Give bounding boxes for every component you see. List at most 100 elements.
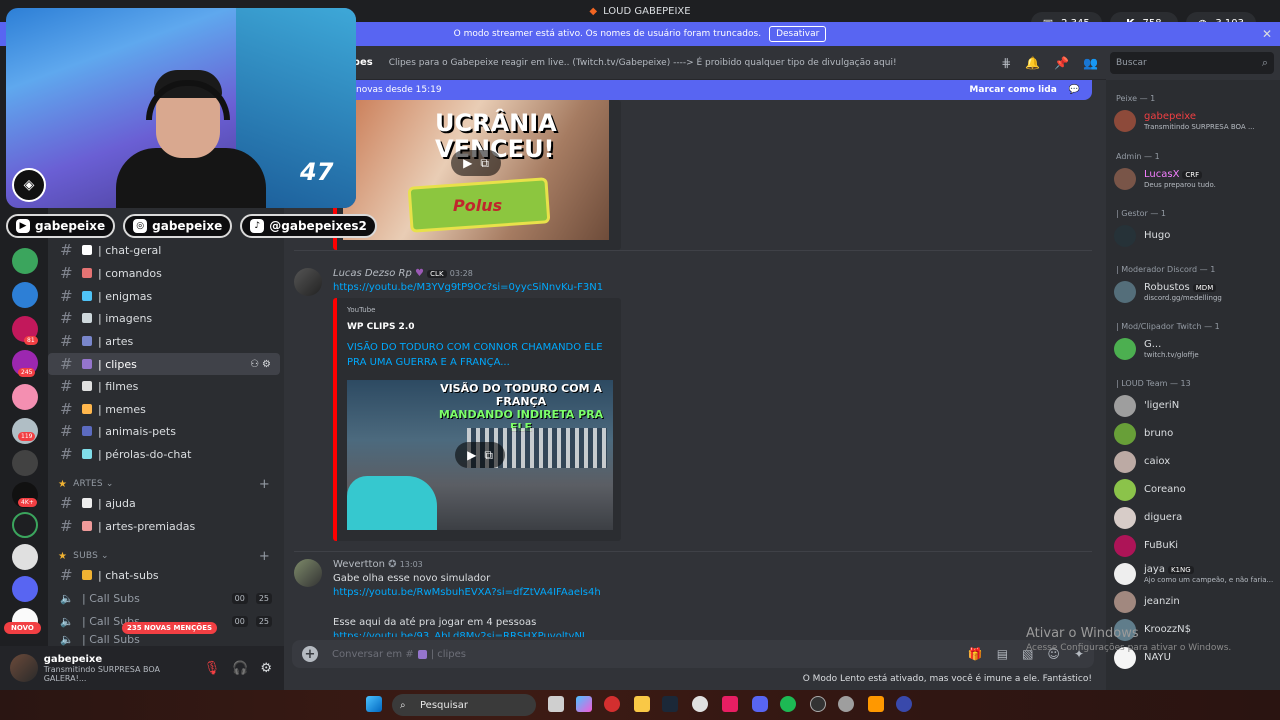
member-item[interactable]: Coreano <box>1114 477 1278 505</box>
message-composer[interactable]: + Conversar em # | clipes 🎁 ▤ ▧ ☺ ✦ <box>292 640 1094 668</box>
message-author[interactable]: Lucas Dezso Rp <box>333 268 412 279</box>
video-thumbnail[interactable]: VISÃO DO TODURO COM A FRANÇA MANDANDO IND… <box>347 380 613 530</box>
channel-imagens[interactable]: # | imagens <box>48 307 280 329</box>
play-button[interactable]: ▶ ⧉ <box>455 442 505 468</box>
channel-emoji <box>82 313 92 323</box>
discord-icon[interactable] <box>752 696 768 712</box>
bell-icon[interactable]: 🔔 <box>1025 56 1040 70</box>
channel-perolas-do-chat[interactable]: # | pérolas-do-chat <box>48 443 280 465</box>
search-input[interactable]: Buscar ⌕ <box>1110 52 1274 74</box>
member-item[interactable]: diguera <box>1114 505 1278 533</box>
embed-author[interactable]: WP CLIPS 2.0 <box>347 322 415 332</box>
member-item[interactable]: Robustos MDM discord.gg/medellingg <box>1114 279 1278 307</box>
member-name: Robustos MDM <box>1144 282 1217 293</box>
message-timestamp: 13:03 <box>399 560 423 569</box>
member-item[interactable]: LucasX CRF Deus preparou tudo. <box>1114 166 1278 194</box>
mark-as-read-button[interactable]: Marcar como lida <box>969 85 1056 95</box>
channel-topic[interactable]: Clipes para o Gabepeixe reagir em live..… <box>389 58 897 68</box>
server-icon[interactable] <box>12 544 38 570</box>
avatar[interactable] <box>10 654 38 682</box>
category-artes[interactable]: ★ ARTES ⌄ + <box>58 475 280 493</box>
pin-icon[interactable]: 📌 <box>1054 56 1069 70</box>
member-status: discord.gg/medellingg <box>1144 294 1222 302</box>
settings-icon[interactable] <box>838 696 854 712</box>
play-button[interactable]: ▶ ⧉ <box>451 150 501 176</box>
video-thumbnail[interactable]: UCRÂNIA VENCEU! Polus ▶ ⧉ <box>343 100 609 240</box>
new-unreads-pill[interactable]: NOVO <box>4 622 41 634</box>
steam-icon[interactable] <box>662 696 678 712</box>
close-banner-icon[interactable]: ✕ <box>1262 27 1272 41</box>
message-author[interactable]: Wevertton <box>333 559 385 570</box>
opera-icon[interactable] <box>604 696 620 712</box>
gift-icon[interactable]: 🎁 <box>968 647 983 661</box>
channel-ajuda[interactable]: # | ajuda <box>48 492 280 514</box>
app-icon[interactable] <box>722 696 738 712</box>
server-icon[interactable] <box>12 282 38 308</box>
channel-clipes[interactable]: # | clipes ⚇⚙ <box>48 353 280 375</box>
hash-icon: # <box>60 332 73 350</box>
message-link[interactable]: https://youtu.be/93_AbLd8Mv2si=RRSHXPuvo… <box>333 631 585 637</box>
channel-chat-geral[interactable]: # | chat-geral <box>48 239 280 261</box>
mentions-pill[interactable]: 235 NOVAS MENÇÕES <box>122 622 218 634</box>
server-icon[interactable] <box>12 384 38 410</box>
embed-provider[interactable]: YouTube <box>347 306 375 314</box>
windows-start-icon[interactable] <box>366 696 382 712</box>
headphones-muted-icon[interactable]: 🎧 <box>232 661 248 676</box>
member-list-icon[interactable]: 👥 <box>1083 56 1098 70</box>
member-item[interactable]: 'ligeriN <box>1114 393 1278 421</box>
unread-badge: 81 <box>24 336 38 345</box>
gif-icon[interactable]: ▤ <box>997 647 1008 661</box>
spotify-icon[interactable] <box>780 696 796 712</box>
app-icon[interactable] <box>692 696 708 712</box>
avatar[interactable] <box>294 268 322 296</box>
server-icon[interactable] <box>12 450 38 476</box>
member-item[interactable]: gabepeixe Transmitindo SURPRESA BOA ... <box>1114 108 1278 136</box>
gear-icon[interactable]: ⚙ <box>262 359 274 370</box>
add-attachment-button[interactable]: + <box>302 646 318 662</box>
server-icon[interactable] <box>12 576 38 602</box>
disable-streamer-button[interactable]: Desativar <box>769 26 827 42</box>
category-subs[interactable]: ★ SUBS ⌄ + <box>58 547 280 565</box>
member-item[interactable]: caiox <box>1114 449 1278 477</box>
add-channel-icon[interactable]: + <box>259 477 270 492</box>
obs-icon[interactable] <box>810 696 826 712</box>
app-icon[interactable] <box>896 696 912 712</box>
channel-enigmas[interactable]: # | enigmas <box>48 285 280 307</box>
file-explorer-icon[interactable] <box>634 696 650 712</box>
taskview-icon[interactable] <box>548 696 564 712</box>
channel-animais-pets[interactable]: # | animais-pets <box>48 420 280 442</box>
hash-icon: # <box>60 400 73 418</box>
threads-icon[interactable]: ⋕ <box>1001 56 1011 70</box>
avatar[interactable] <box>294 559 322 587</box>
voice-channel-call-subs[interactable]: 🔈 | Call Subs 00 25 <box>48 587 280 609</box>
new-messages-bar[interactable]: novas desde 15:19 Marcar como lida 💬 <box>284 80 1092 100</box>
channel-memes[interactable]: # | memes <box>48 398 280 420</box>
channel-artes[interactable]: # | artes <box>48 330 280 352</box>
channel-emoji <box>82 404 92 414</box>
member-item[interactable]: jaya K1NG Ajo como um campeão, e não fari… <box>1114 561 1278 589</box>
channel-comandos[interactable]: # | comandos <box>48 262 280 284</box>
add-channel-icon[interactable]: + <box>259 549 270 564</box>
embed-title[interactable]: VISÃO DO TODURO COM CONNOR CHAMANDO ELE … <box>347 340 607 370</box>
message-link[interactable]: https://youtu.be/RwMsbuhEVXA?si=dfZtVA4I… <box>333 587 601 598</box>
mic-muted-icon[interactable]: 🎙 <box>204 661 221 676</box>
copilot-icon[interactable] <box>576 696 592 712</box>
member-item[interactable]: G... twitch.tv/gloffje <box>1114 336 1278 364</box>
invite-icon[interactable]: ⚇ <box>250 359 262 370</box>
channel-artes-premiadas[interactable]: # | artes-premiadas <box>48 515 280 537</box>
member-item[interactable]: FuBuKi <box>1114 533 1278 561</box>
gear-icon[interactable]: ⚙ <box>260 661 272 676</box>
member-item[interactable]: jeanzin <box>1114 589 1278 617</box>
channel-filmes[interactable]: # | filmes <box>48 375 280 397</box>
window-title: LOUD GABEPEIXE <box>603 5 691 17</box>
server-icon[interactable] <box>12 248 38 274</box>
channel-chat-subs[interactable]: # | chat-subs <box>48 564 280 586</box>
member-name: FuBuKi <box>1144 540 1179 551</box>
app-icon[interactable] <box>868 696 884 712</box>
taskbar-search[interactable]: ⌕ Pesquisar <box>392 694 536 716</box>
member-item[interactable]: Hugo <box>1114 223 1278 251</box>
server-icon[interactable] <box>12 512 38 538</box>
voice-channel-call-subs[interactable]: 🔈 | Call Subs <box>48 632 280 646</box>
message-link[interactable]: https://youtu.be/M3YVg9tP9Oc?si=0yycSiNn… <box>333 282 603 293</box>
member-item[interactable]: bruno <box>1114 421 1278 449</box>
